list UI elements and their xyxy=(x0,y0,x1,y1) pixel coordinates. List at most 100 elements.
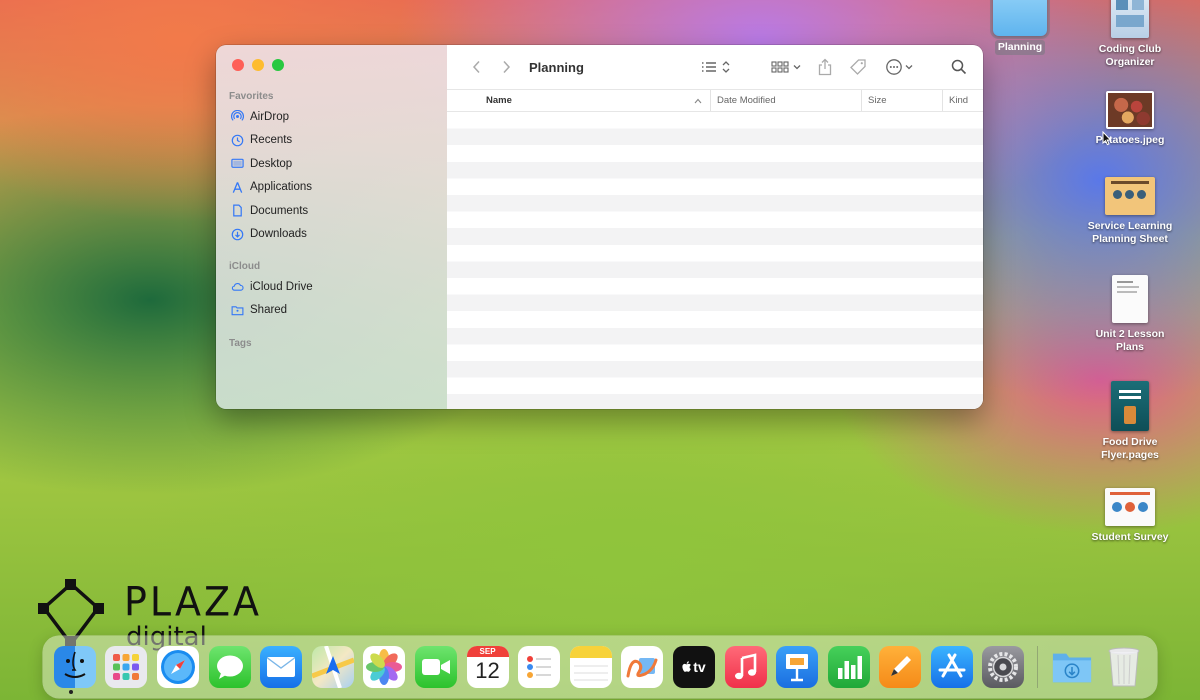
sidebar-item-label: Applications xyxy=(250,181,313,194)
sidebar-item-label: iCloud Drive xyxy=(250,280,313,293)
trash-icon xyxy=(1108,647,1140,687)
dock-app-facetime[interactable] xyxy=(414,646,457,688)
document-icon xyxy=(233,204,242,217)
finder-icon xyxy=(64,651,86,678)
desktop-file-student-survey[interactable]: Student Survey xyxy=(1080,488,1180,545)
desktop-item-label: Unit 2 Lesson Plans xyxy=(1095,328,1165,353)
dock-app-calendar[interactable]: SEP 12 xyxy=(466,646,509,688)
column-header-kind[interactable]: Kind xyxy=(942,90,983,111)
dock-app-pages[interactable] xyxy=(879,646,922,688)
pen-icon xyxy=(891,656,912,676)
shared-folder-icon xyxy=(231,305,244,315)
more-actions-button[interactable] xyxy=(885,57,917,77)
column-header-label: Kind xyxy=(949,95,969,106)
sidebar-item-shared[interactable]: Shared xyxy=(216,299,447,323)
dock-app-messages[interactable] xyxy=(208,646,251,688)
dock-app-app-store[interactable] xyxy=(930,646,973,688)
sidebar-item-label: Documents xyxy=(250,204,309,217)
app-store-icon xyxy=(938,653,966,678)
dock-app-photos[interactable] xyxy=(363,646,406,688)
desktop-item-label: Planning xyxy=(994,40,1046,55)
checklist-icon xyxy=(527,656,552,678)
desktop-file-food-drive-flyer[interactable]: Food Drive Flyer.pages xyxy=(1080,381,1180,463)
column-header-row: Name Date Modified Size Kind xyxy=(447,89,983,112)
tag-button[interactable] xyxy=(849,57,867,77)
dock-app-system-settings[interactable] xyxy=(982,646,1025,688)
ellipsis-circle-icon xyxy=(886,59,913,75)
sidebar-item-label: Desktop xyxy=(250,157,293,170)
chevron-left-icon xyxy=(472,60,480,74)
desktop-folder-planning[interactable]: Planning xyxy=(970,0,1070,55)
zoom-button[interactable] xyxy=(272,59,284,71)
sidebar-item-recents[interactable]: Recents xyxy=(216,129,447,153)
sidebar-item-downloads[interactable]: Downloads xyxy=(216,223,447,247)
sidebar-item-icloud-drive[interactable]: iCloud Drive xyxy=(216,275,447,299)
launchpad-icon xyxy=(113,654,140,680)
dock-app-keynote[interactable] xyxy=(776,646,819,688)
dock-app-tv[interactable]: tv xyxy=(672,646,715,688)
dock-app-finder[interactable] xyxy=(53,646,96,688)
sidebar-item-documents[interactable]: Documents xyxy=(216,199,447,223)
dock-app-numbers[interactable] xyxy=(827,646,870,688)
dock-trash[interactable] xyxy=(1103,646,1145,688)
desktop-icon xyxy=(231,158,244,169)
gear-icon xyxy=(988,652,1019,682)
calendar-day: 12 xyxy=(475,658,500,683)
search-button[interactable] xyxy=(951,57,967,77)
tag-icon xyxy=(850,59,866,75)
sidebar-item-label: AirDrop xyxy=(250,110,289,123)
window-controls xyxy=(216,59,447,73)
dock-app-notes[interactable] xyxy=(569,646,612,688)
dock-app-music[interactable] xyxy=(724,646,767,688)
desktop-file-unit-2-lesson-plans[interactable]: Unit 2 Lesson Plans xyxy=(1080,275,1180,355)
desktop-file-coding-club-organizer[interactable]: Coding Club Organizer xyxy=(1080,0,1180,70)
folder-icon xyxy=(990,0,1050,39)
video-camera-icon xyxy=(421,659,450,675)
bar-chart-icon xyxy=(837,656,862,679)
share-icon xyxy=(818,58,832,76)
desktop-file-service-learning[interactable]: Service Learning Planning Sheet xyxy=(1080,177,1180,247)
dock-app-reminders[interactable] xyxy=(518,646,561,688)
sidebar-item-label: Shared xyxy=(250,304,288,317)
column-header-size[interactable]: Size xyxy=(861,90,942,111)
dock-app-safari[interactable] xyxy=(156,646,199,688)
airdrop-icon xyxy=(231,110,244,122)
column-header-name[interactable]: Name xyxy=(447,90,710,111)
chevron-up-icon xyxy=(694,98,702,103)
dock-downloads-folder[interactable] xyxy=(1051,646,1093,688)
file-list-empty[interactable] xyxy=(447,112,983,409)
dock-app-freeform[interactable] xyxy=(621,646,664,688)
sidebar-item-airdrop[interactable]: AirDrop xyxy=(216,105,447,129)
photos-flower-icon xyxy=(366,649,403,685)
dock: SEP 12 tv xyxy=(43,636,1157,698)
sidebar-item-desktop[interactable]: Desktop xyxy=(216,152,447,176)
desktop-item-label: Food Drive Flyer.pages xyxy=(1101,436,1159,461)
group-button[interactable] xyxy=(771,57,803,77)
dock-app-maps[interactable] xyxy=(311,646,354,688)
tv-label: tv xyxy=(693,659,706,675)
close-button[interactable] xyxy=(232,59,244,71)
notes-icon xyxy=(569,646,612,681)
dock-app-launchpad[interactable] xyxy=(105,646,148,688)
freeform-scribble-icon xyxy=(626,658,658,678)
desktop-file-potatoes[interactable]: Potatoes.jpeg xyxy=(1080,91,1180,148)
column-header-label: Name xyxy=(486,95,512,106)
minimize-button[interactable] xyxy=(252,59,264,71)
document-thumbnail-icon xyxy=(1111,0,1149,38)
sidebar-item-applications[interactable]: Applications xyxy=(216,176,447,200)
map-navigation-icon xyxy=(311,646,354,688)
mouse-cursor-icon xyxy=(1102,131,1112,146)
speech-bubble-icon xyxy=(216,655,243,679)
applications-icon xyxy=(232,181,243,193)
sidebar-section-tags: Tags xyxy=(229,338,252,349)
dock-app-mail[interactable] xyxy=(260,646,303,688)
share-button[interactable] xyxy=(817,57,833,77)
finder-running-indicator xyxy=(69,690,73,694)
column-header-date-modified[interactable]: Date Modified xyxy=(710,90,861,111)
forward-button[interactable] xyxy=(495,56,517,78)
back-button[interactable] xyxy=(465,56,487,78)
finder-window[interactable]: Favorites AirDrop Recents Desktop Applic… xyxy=(216,45,983,409)
sidebar-item-label: Downloads xyxy=(250,228,307,241)
view-list-button[interactable] xyxy=(701,57,733,77)
sidebar-section-icloud: iCloud xyxy=(229,261,261,272)
